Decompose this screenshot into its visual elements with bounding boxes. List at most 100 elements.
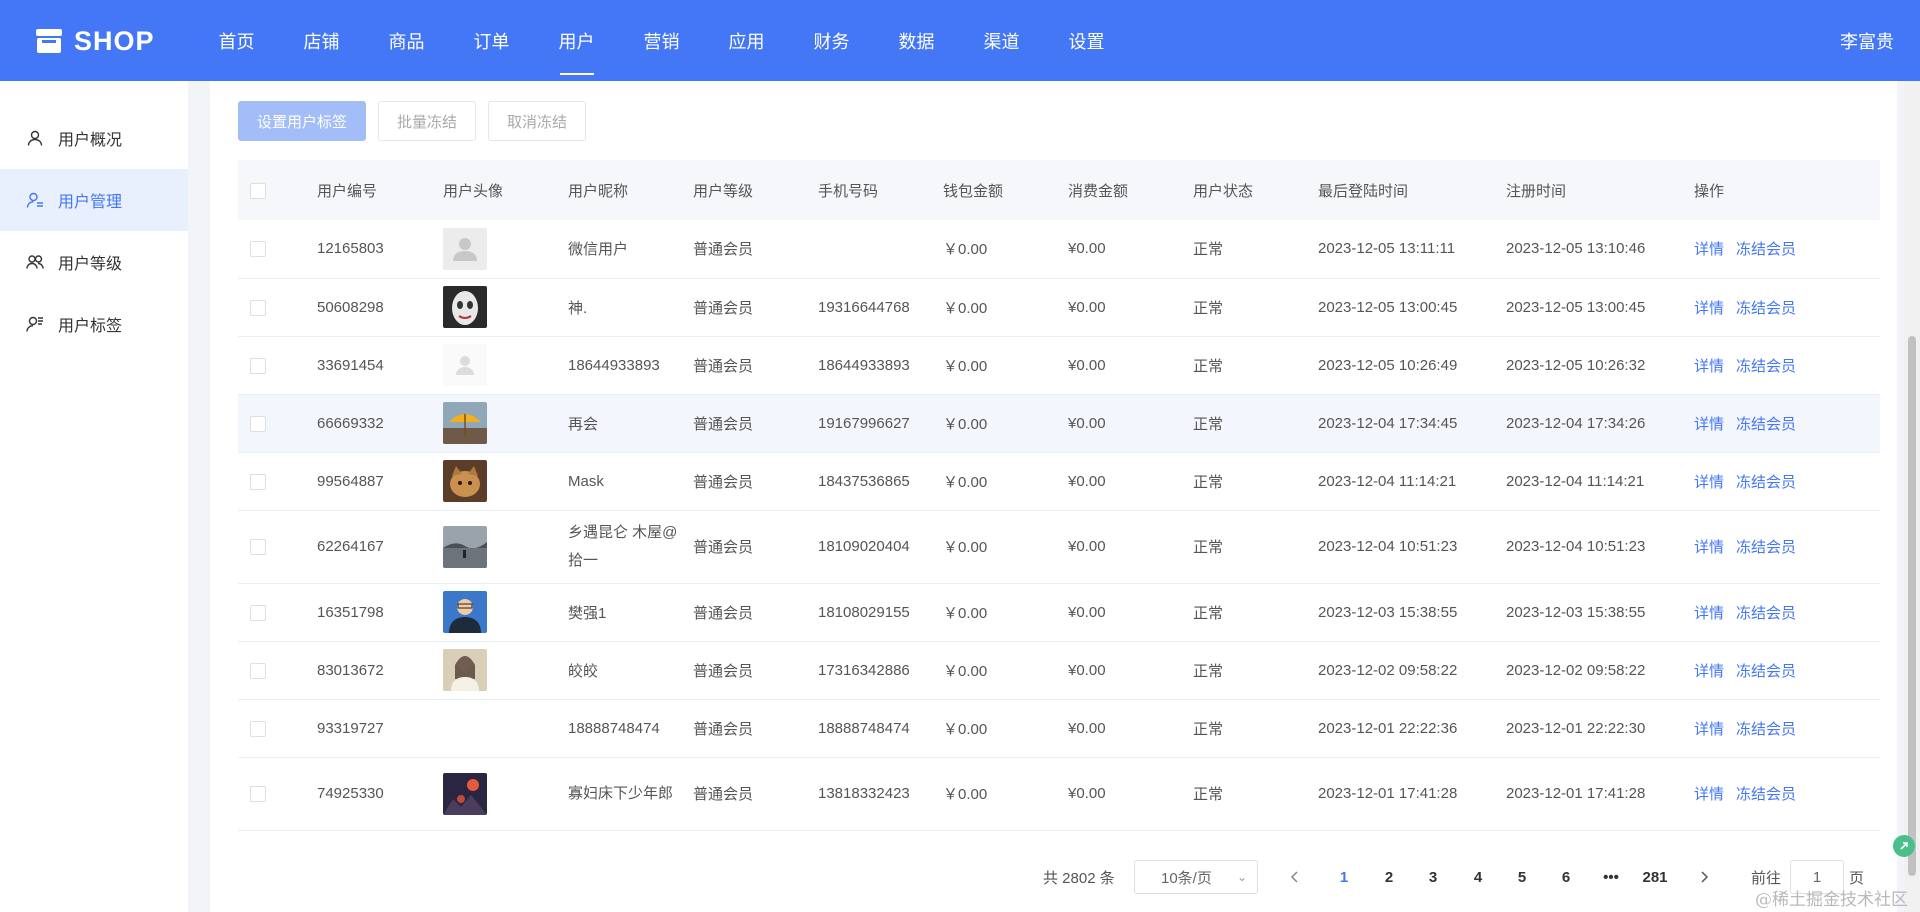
freeze-member-link[interactable]: 冻结会员 xyxy=(1736,539,1796,556)
nav-item-channels[interactable]: 渠道 xyxy=(959,0,1044,81)
row-checkbox[interactable] xyxy=(250,604,266,621)
freeze-member-link[interactable]: 冻结会员 xyxy=(1736,721,1796,738)
detail-link[interactable]: 详情 xyxy=(1694,721,1724,738)
next-page-button[interactable] xyxy=(1689,860,1719,894)
user-phone: 19167996627 xyxy=(814,394,939,453)
batch-freeze-button[interactable]: 批量冻结 xyxy=(378,101,477,141)
floating-link-icon[interactable] xyxy=(1893,835,1915,857)
freeze-member-link[interactable]: 冻结会员 xyxy=(1736,358,1796,375)
detail-link[interactable]: 详情 xyxy=(1694,474,1724,491)
row-checkbox[interactable] xyxy=(250,357,266,374)
nav-item-users[interactable]: 用户 xyxy=(534,0,619,81)
detail-link[interactable]: 详情 xyxy=(1694,605,1724,622)
page-button-6[interactable]: 6 xyxy=(1551,860,1581,894)
column-header-avatar: 用户头像 xyxy=(439,160,564,220)
detail-link[interactable]: 详情 xyxy=(1694,416,1724,433)
column-header-spend: 消费金额 xyxy=(1064,160,1189,220)
column-header-id[interactable]: 用户编号 xyxy=(313,160,439,220)
detail-link[interactable]: 详情 xyxy=(1694,241,1724,258)
set-user-tag-button[interactable]: 设置用户标签 xyxy=(238,101,367,141)
avatar-image[interactable] xyxy=(443,772,487,815)
row-checkbox[interactable] xyxy=(250,720,266,737)
nav-item-data[interactable]: 数据 xyxy=(874,0,959,81)
page-button-last[interactable]: 281 xyxy=(1640,860,1670,894)
avatar-default-icon[interactable] xyxy=(443,227,487,270)
page-button-2[interactable]: 2 xyxy=(1374,860,1404,894)
user-icon xyxy=(27,130,43,146)
detail-link[interactable]: 详情 xyxy=(1694,539,1724,556)
sidebar-item-user-management[interactable]: 用户管理 xyxy=(0,169,188,231)
row-checkbox[interactable] xyxy=(250,662,266,679)
nav-item-settings[interactable]: 设置 xyxy=(1044,0,1129,81)
freeze-member-link[interactable]: 冻结会员 xyxy=(1736,663,1796,680)
page-size-select[interactable]: 10条/页 ⌄ xyxy=(1134,860,1258,894)
avatar-image[interactable] xyxy=(443,402,487,444)
last-login-time: 2023-12-05 13:00:45 xyxy=(1314,278,1502,337)
avatar-image[interactable] xyxy=(443,460,487,502)
user-phone: 18644933893 xyxy=(814,336,939,395)
user-nickname: 寡妇床下少年郎 xyxy=(568,784,674,802)
freeze-member-link[interactable]: 冻结会员 xyxy=(1736,474,1796,491)
user-nickname: 皎皎 xyxy=(564,641,689,700)
current-user-name[interactable]: 李富贵 xyxy=(1840,0,1894,81)
vertical-scrollbar[interactable] xyxy=(1904,81,1920,912)
page-button-5[interactable]: 5 xyxy=(1507,860,1537,894)
column-header-registered: 注册时间 xyxy=(1502,160,1690,220)
more-pages-button[interactable]: ••• xyxy=(1596,860,1626,894)
row-checkbox[interactable] xyxy=(250,539,266,556)
user-nickname: Mask xyxy=(564,452,689,511)
sidebar-item-user-tags[interactable]: 用户标签 xyxy=(0,293,188,355)
avatar-image[interactable] xyxy=(443,649,487,691)
nav-item-store[interactable]: 店铺 xyxy=(279,0,364,81)
logo[interactable]: SHOP xyxy=(34,24,155,58)
spend-amount: ¥0.00 xyxy=(1064,336,1189,395)
user-id: 93319727 xyxy=(313,699,439,758)
table-row: 50608298 神. 普通会员 19316644768 ￥0.00 ¥0.00… xyxy=(238,278,1880,337)
avatar-image[interactable] xyxy=(443,286,487,328)
detail-link[interactable]: 详情 xyxy=(1694,358,1724,375)
avatar-image[interactable] xyxy=(443,525,487,568)
column-header-actions: 操作 xyxy=(1690,160,1880,220)
nav-item-marketing[interactable]: 营销 xyxy=(619,0,704,81)
detail-link[interactable]: 详情 xyxy=(1694,663,1724,680)
user-level: 普通会员 xyxy=(689,394,814,453)
user-phone: 18109020404 xyxy=(814,510,939,584)
avatar-default-icon[interactable] xyxy=(443,344,487,386)
table-row: 93319727 18888748474 普通会员 18888748474 ￥0… xyxy=(238,699,1880,758)
freeze-member-link[interactable]: 冻结会员 xyxy=(1736,300,1796,317)
freeze-member-link[interactable]: 冻结会员 xyxy=(1736,416,1796,433)
column-header-wallet: 钱包金额 xyxy=(939,160,1064,220)
nav-item-apps[interactable]: 应用 xyxy=(704,0,789,81)
detail-link[interactable]: 详情 xyxy=(1694,786,1724,803)
freeze-member-link[interactable]: 冻结会员 xyxy=(1736,241,1796,258)
sidebar-item-label: 用户等级 xyxy=(58,256,123,273)
sidebar-item-user-level[interactable]: 用户等级 xyxy=(0,231,188,293)
page-button-4[interactable]: 4 xyxy=(1463,860,1493,894)
row-checkbox[interactable] xyxy=(250,473,266,490)
row-checkbox[interactable] xyxy=(250,241,266,258)
avatar-image[interactable] xyxy=(443,591,487,633)
nav-item-orders[interactable]: 订单 xyxy=(449,0,534,81)
row-checkbox[interactable] xyxy=(250,299,266,316)
page-button-1[interactable]: 1 xyxy=(1329,860,1359,894)
user-id: 74925330 xyxy=(313,757,439,831)
page-button-3[interactable]: 3 xyxy=(1418,860,1448,894)
select-all-checkbox[interactable] xyxy=(250,182,266,199)
freeze-member-link[interactable]: 冻结会员 xyxy=(1736,605,1796,622)
detail-link[interactable]: 详情 xyxy=(1694,300,1724,317)
registered-time: 2023-12-04 17:34:26 xyxy=(1502,394,1690,453)
scrollbar-thumb[interactable] xyxy=(1908,336,1916,876)
wallet-amount: ￥0.00 xyxy=(939,394,1064,453)
row-checkbox[interactable] xyxy=(250,786,266,803)
sidebar-item-user-overview[interactable]: 用户概况 xyxy=(0,107,188,169)
spend-amount: ¥0.00 xyxy=(1064,699,1189,758)
row-checkbox[interactable] xyxy=(250,415,266,432)
user-status: 正常 xyxy=(1189,452,1314,511)
nav-item-products[interactable]: 商品 xyxy=(364,0,449,81)
nav-item-finance[interactable]: 财务 xyxy=(789,0,874,81)
user-status: 正常 xyxy=(1189,278,1314,337)
cancel-freeze-button[interactable]: 取消冻结 xyxy=(488,101,587,141)
nav-item-home[interactable]: 首页 xyxy=(194,0,279,81)
prev-page-button[interactable] xyxy=(1280,860,1310,894)
freeze-member-link[interactable]: 冻结会员 xyxy=(1736,786,1796,803)
